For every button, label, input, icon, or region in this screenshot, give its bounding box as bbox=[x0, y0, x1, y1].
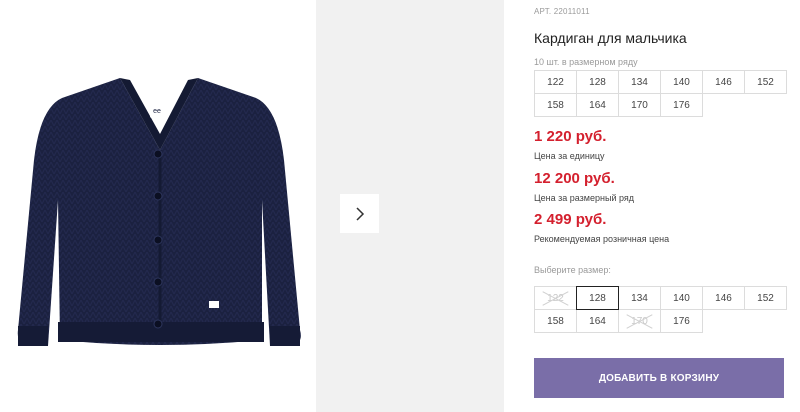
next-image-button[interactable] bbox=[340, 194, 379, 233]
unit-price-label: Цена за единицу bbox=[534, 151, 605, 161]
size-option[interactable]: 176 bbox=[660, 309, 703, 333]
size-row-cell: 152 bbox=[744, 70, 787, 94]
size-row-cell: 176 bbox=[660, 93, 703, 117]
row-price-label: Цена за размерный ряд bbox=[534, 193, 635, 203]
size-row-cell: 122 bbox=[534, 70, 577, 94]
size-option: 122 bbox=[534, 286, 577, 310]
size-option[interactable]: 158 bbox=[534, 309, 577, 333]
retail-price: 2 499 руб. bbox=[534, 211, 607, 228]
size-row-note: 10 шт. в размерном ряду bbox=[534, 57, 638, 67]
size-row-cell: 134 bbox=[618, 70, 661, 94]
product-title: Кардиган для мальчика bbox=[534, 30, 687, 46]
size-row-cell: 164 bbox=[576, 93, 619, 117]
add-to-cart-button[interactable]: ДОБАВИТЬ В КОРЗИНУ bbox=[534, 358, 784, 398]
cardigan-image: ee bbox=[17, 78, 301, 346]
size-option: 170 bbox=[618, 309, 661, 333]
size-row-cell: 170 bbox=[618, 93, 661, 117]
size-option[interactable]: 164 bbox=[576, 309, 619, 333]
product-image: ee bbox=[0, 0, 316, 412]
size-option[interactable]: 146 bbox=[702, 286, 745, 310]
unit-price: 1 220 руб. bbox=[534, 128, 607, 145]
size-row-cell: 140 bbox=[660, 70, 703, 94]
row-price: 12 200 руб. bbox=[534, 170, 615, 187]
size-option[interactable]: 134 bbox=[618, 286, 661, 310]
size-row-cell: 158 bbox=[534, 93, 577, 117]
size-option[interactable]: 128 bbox=[576, 286, 619, 310]
size-option[interactable]: 152 bbox=[744, 286, 787, 310]
chevron-right-icon bbox=[355, 206, 364, 221]
article-number: АРТ. 22011011 bbox=[534, 7, 590, 16]
size-row-grid: 122 128 134 140 146 152 158 164 170 176 bbox=[534, 70, 787, 117]
retail-price-label: Рекомендуемая розничная цена bbox=[534, 234, 670, 244]
choose-size-label: Выберите размер: bbox=[534, 265, 611, 275]
size-row-cell: 128 bbox=[576, 70, 619, 94]
size-row-cell: 146 bbox=[702, 70, 745, 94]
brand-logo: ee bbox=[153, 108, 161, 115]
size-option[interactable]: 140 bbox=[660, 286, 703, 310]
size-selector: 122 128 134 140 146 152 158 164 170 176 bbox=[534, 286, 787, 333]
